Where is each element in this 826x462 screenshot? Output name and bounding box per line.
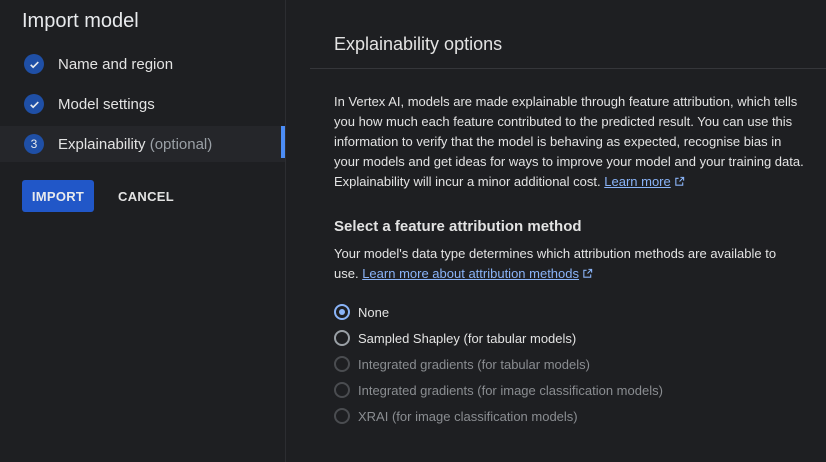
radio-button xyxy=(334,382,350,398)
radio-button[interactable] xyxy=(334,304,350,320)
step-model-settings[interactable]: Model settings xyxy=(0,86,285,122)
cancel-button[interactable]: CANCEL xyxy=(108,180,184,212)
step-label: Explainability (optional) xyxy=(58,136,212,153)
step-explainability[interactable]: 3 Explainability (optional) xyxy=(0,126,285,162)
page-title: Import model xyxy=(22,10,139,32)
external-link-icon xyxy=(675,176,684,186)
check-icon xyxy=(24,94,44,114)
attribution-link-text: Learn more about attribution methods xyxy=(362,266,580,281)
radio-label: Integrated gradients (for tabular models… xyxy=(358,356,590,372)
step-number: 3 xyxy=(30,137,38,151)
radio-option-none[interactable]: None xyxy=(334,302,389,322)
learn-more-link[interactable]: Learn more xyxy=(604,174,684,189)
main-panel: Explainability options In Vertex AI, mod… xyxy=(286,0,826,462)
radio-button xyxy=(334,408,350,424)
active-step-indicator xyxy=(281,126,285,158)
external-link-icon xyxy=(583,268,593,278)
radio-option-integrated-gradients-tabular: Integrated gradients (for tabular models… xyxy=(334,354,590,374)
radio-option-integrated-gradients-image: Integrated gradients (for image classifi… xyxy=(334,380,663,400)
radio-option-xrai: XRAI (for image classification models) xyxy=(334,406,578,426)
step-number-badge: 3 xyxy=(24,134,44,154)
sidebar: Import model Name and region Model setti… xyxy=(0,0,286,462)
radio-label: Integrated gradients (for image classifi… xyxy=(358,382,663,398)
explainability-description: In Vertex AI, models are made explainabl… xyxy=(334,92,804,192)
attribution-methods-link[interactable]: Learn more about attribution methods xyxy=(362,266,593,281)
radio-button[interactable] xyxy=(334,330,350,346)
attribution-description: Your model's data type determines which … xyxy=(334,244,804,284)
step-label: Name and region xyxy=(58,55,174,73)
check-icon xyxy=(24,54,44,74)
section-title: Explainability options xyxy=(334,34,503,54)
step-name-and-region[interactable]: Name and region xyxy=(0,46,285,82)
radio-option-sampled-shapley[interactable]: Sampled Shapley (for tabular models) xyxy=(334,328,576,348)
step-label-text: Explainability xyxy=(58,135,146,153)
import-button[interactable]: IMPORT xyxy=(22,180,94,212)
step-label: Model settings xyxy=(58,95,155,113)
radio-label: Sampled Shapley (for tabular models) xyxy=(358,330,577,346)
radio-label: XRAI (for image classification models) xyxy=(358,408,578,424)
radio-button xyxy=(334,356,350,372)
learn-more-text: Learn more xyxy=(604,174,671,189)
attribution-heading: Select a feature attribution method xyxy=(334,218,582,235)
step-optional-tag: (optional) xyxy=(149,135,213,153)
divider xyxy=(310,68,826,69)
description-text: In Vertex AI, models are made explainabl… xyxy=(334,94,804,189)
radio-label: None xyxy=(358,304,390,320)
